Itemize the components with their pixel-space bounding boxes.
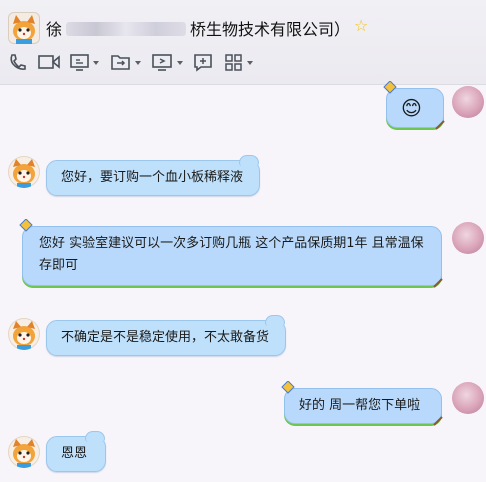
contact-avatar-small[interactable]	[8, 436, 40, 468]
bubble-ear-decoration	[239, 155, 259, 166]
video-call-icon[interactable]	[38, 52, 60, 72]
apps-icon[interactable]	[224, 52, 256, 72]
redacted-name-segment	[66, 22, 187, 36]
message-text: 您好，要订购一个血小板稀释液	[61, 170, 244, 185]
my-avatar[interactable]	[452, 86, 484, 118]
star-icon[interactable]: ☆	[354, 16, 368, 35]
message-bubble-incoming[interactable]: 恩恩	[46, 431, 106, 472]
contact-name-suffix: 桥生物技术有限公司）	[190, 20, 351, 39]
contact-avatar[interactable]	[8, 12, 40, 44]
screen-share-icon[interactable]	[70, 52, 100, 72]
contact-name: 徐 桥生物技术有限公司）	[46, 16, 350, 40]
my-avatar[interactable]	[452, 382, 484, 414]
message-text: 不确定是不是稳定使用，不太敢备货	[61, 330, 270, 345]
message-text: 😊	[401, 96, 422, 120]
message-bubble-incoming[interactable]: 不确定是不是稳定使用，不太敢备货	[46, 315, 286, 356]
remote-desktop-icon[interactable]	[152, 52, 184, 72]
kite-decoration-icon	[19, 219, 33, 232]
cartoon-avatar-icon	[13, 159, 35, 188]
bubble-ear-decoration	[265, 315, 285, 326]
message-bubble-incoming[interactable]: 您好，要订购一个血小板稀释液	[46, 155, 260, 196]
pencil-decoration-icon	[433, 416, 443, 426]
file-transfer-icon[interactable]	[110, 52, 142, 72]
new-message-icon[interactable]	[193, 52, 213, 72]
contact-name-prefix: 徐	[46, 20, 63, 39]
pencil-decoration-icon	[435, 120, 445, 130]
contact-avatar-small[interactable]	[8, 318, 40, 350]
chat-header: 徐 桥生物技术有限公司） ☆	[0, 0, 486, 85]
kite-decoration-icon	[281, 381, 295, 394]
message-text: 好的 周一帮您下单啦	[299, 398, 421, 413]
cartoon-avatar-icon	[13, 15, 35, 44]
message-text: 您好 实验室建议可以一次多订购几瓶 这个产品保质期1年 且常温保存即可	[39, 236, 424, 273]
pencil-decoration-icon	[433, 278, 443, 288]
cartoon-avatar-icon	[13, 321, 35, 350]
message-bubble-outgoing[interactable]: 好的 周一帮您下单啦	[281, 381, 443, 426]
contact-avatar-small[interactable]	[8, 156, 40, 188]
cartoon-avatar-icon	[13, 439, 35, 468]
my-avatar[interactable]	[452, 222, 484, 254]
message-bubble-outgoing[interactable]: 您好 实验室建议可以一次多订购几瓶 这个产品保质期1年 且常温保存即可	[19, 219, 443, 288]
message-text: 恩恩	[61, 446, 88, 461]
phone-icon[interactable]	[8, 52, 26, 72]
bubble-ear-decoration	[85, 431, 105, 442]
message-bubble-outgoing[interactable]: 😊	[383, 81, 445, 130]
kite-decoration-icon	[383, 81, 397, 94]
